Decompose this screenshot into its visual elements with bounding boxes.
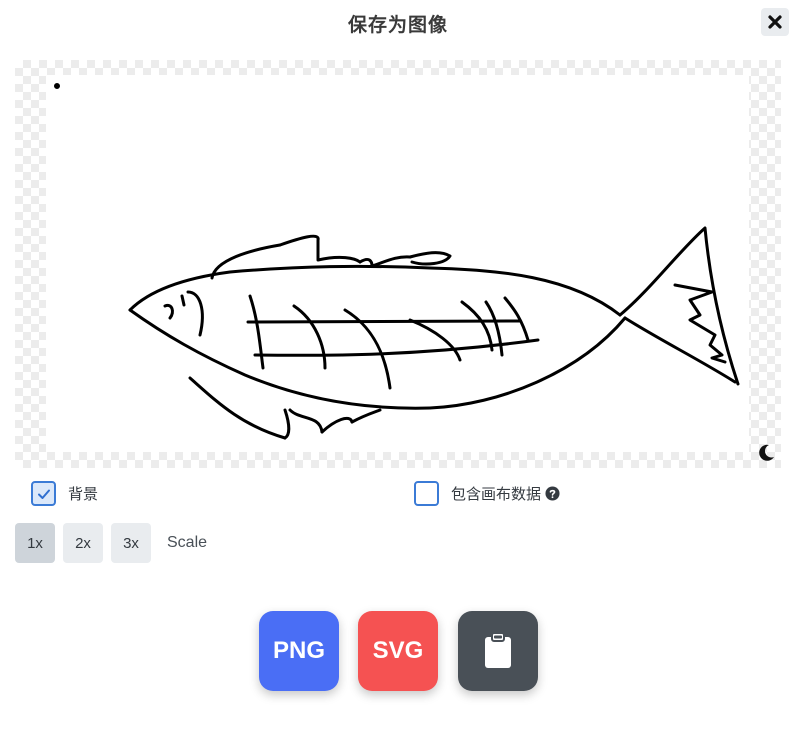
embed-scene-option[interactable]: 包含画布数据 — [414, 481, 560, 506]
scale-3x-button[interactable]: 3x — [111, 523, 151, 563]
close-button[interactable] — [761, 8, 789, 36]
moon-icon — [759, 444, 774, 461]
image-preview — [15, 60, 781, 468]
background-label: 背景 — [68, 485, 99, 503]
preview-canvas — [46, 75, 749, 452]
question-circle-icon[interactable] — [545, 486, 560, 501]
dark-mode-toggle[interactable] — [755, 442, 777, 464]
background-checkbox[interactable] — [31, 481, 56, 506]
export-image-dialog: 保存为图像 背景 包含画布数据 1x 2x 3x Scale PNG SVG — [0, 0, 796, 738]
background-option[interactable]: 背景 — [31, 481, 98, 506]
checkmark-icon — [37, 489, 50, 499]
scale-label: Scale — [167, 534, 208, 551]
fish-drawing — [54, 83, 740, 440]
copy-to-clipboard-button[interactable] — [458, 611, 538, 691]
close-icon — [768, 15, 782, 29]
embed-scene-label: 包含画布数据 — [451, 485, 542, 503]
dialog-title: 保存为图像 — [347, 14, 448, 36]
scale-2x-button[interactable]: 2x — [63, 523, 103, 563]
export-svg-button[interactable]: SVG — [358, 611, 438, 691]
clipboard-icon — [485, 633, 511, 668]
embed-scene-checkbox[interactable] — [414, 481, 439, 506]
export-png-button[interactable]: PNG — [259, 611, 339, 691]
scale-1x-button[interactable]: 1x — [15, 523, 55, 563]
